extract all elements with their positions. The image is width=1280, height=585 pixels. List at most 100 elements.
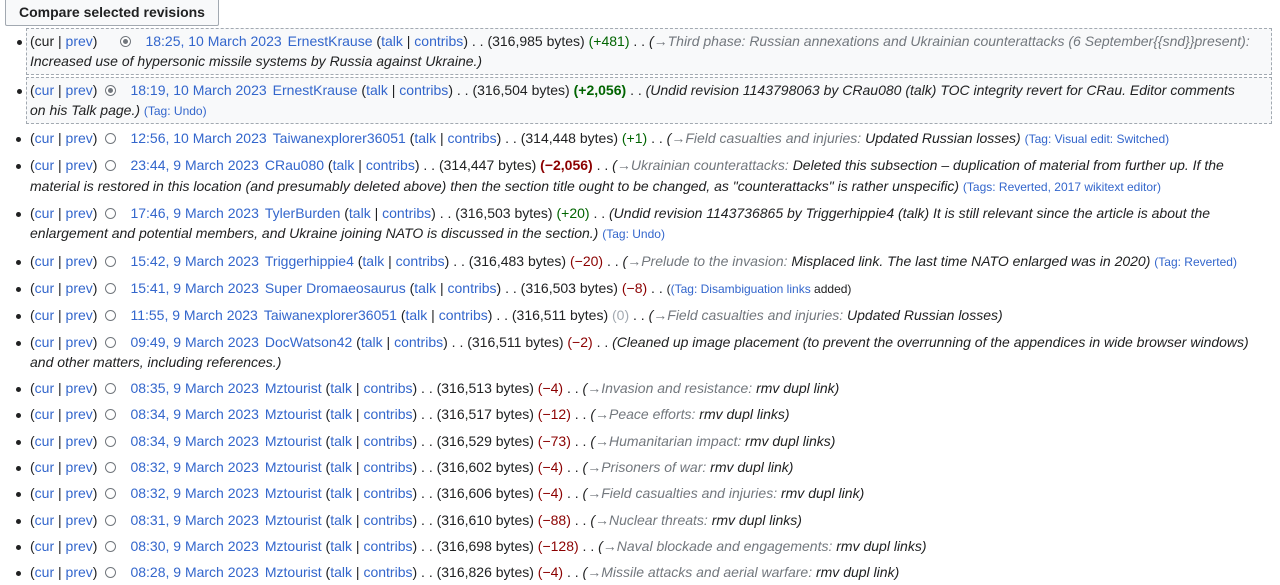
revision-date-link[interactable]: 08:34, 9 March 2023 <box>130 406 258 422</box>
prev-link[interactable]: prev <box>66 157 93 173</box>
compare-from-radio[interactable] <box>105 409 117 421</box>
section-link[interactable]: →Peace efforts: <box>595 406 695 422</box>
tags-label[interactable]: (Tag: <box>1025 132 1052 146</box>
user-talk-link[interactable]: talk <box>406 307 428 323</box>
tags-label[interactable]: (Tags: Reverted, <box>963 180 1051 194</box>
user-talk-link[interactable]: talk <box>330 380 352 396</box>
prev-link[interactable]: prev <box>66 334 93 350</box>
section-link[interactable]: →Invasion and resistance: <box>587 380 752 396</box>
user-talk-link[interactable]: talk <box>414 280 436 296</box>
revision-date-link[interactable]: 12:56, 10 March 2023 <box>130 130 266 146</box>
cur-link[interactable]: cur <box>35 380 54 396</box>
cur-link[interactable]: cur <box>35 334 54 350</box>
compare-to-radio[interactable] <box>120 36 132 47</box>
user-contribs-link[interactable]: contribs <box>439 307 488 323</box>
user-talk-link[interactable]: talk <box>330 459 352 475</box>
revision-date-link[interactable]: 08:35, 9 March 2023 <box>130 380 258 396</box>
section-link[interactable]: →Field casualties and injuries: <box>587 485 777 501</box>
section-link[interactable]: →Third phase: Russian annexations and Uk… <box>654 33 1250 49</box>
tag-link[interactable]: 2017 wikitext editor) <box>1054 180 1161 194</box>
tags-label[interactable]: (Tag: <box>144 104 171 118</box>
user-link[interactable]: Mztourist <box>265 459 322 475</box>
revision-date-link[interactable]: 08:34, 9 March 2023 <box>130 433 258 449</box>
revision-date-link[interactable]: 23:44, 9 March 2023 <box>130 157 258 173</box>
section-link[interactable]: →Prelude to the invasion: <box>627 253 787 269</box>
user-talk-link[interactable]: talk <box>330 564 352 580</box>
section-link[interactable]: →Field casualties and injuries: <box>671 130 861 146</box>
prev-link[interactable]: prev <box>66 538 93 554</box>
cur-link[interactable]: cur <box>35 406 54 422</box>
cur-link[interactable]: cur <box>35 130 54 146</box>
cur-link[interactable]: cur <box>35 433 54 449</box>
cur-link[interactable]: cur <box>35 82 54 98</box>
revision-date-link[interactable]: 08:32, 9 March 2023 <box>130 459 258 475</box>
revision-date-link[interactable]: 08:32, 9 March 2023 <box>130 485 258 501</box>
compare-revisions-button[interactable]: Compare selected revisions <box>5 0 219 26</box>
user-talk-link[interactable]: talk <box>381 33 403 49</box>
user-link[interactable]: Mztourist <box>265 380 322 396</box>
compare-from-radio[interactable] <box>105 133 117 145</box>
tags-label[interactable]: (Tag: Reverted) <box>1154 255 1237 269</box>
cur-link[interactable]: cur <box>35 459 54 475</box>
user-contribs-link[interactable]: contribs <box>363 380 412 396</box>
compare-from-radio[interactable] <box>105 383 117 395</box>
user-link[interactable]: Super Dromaeosaurus <box>265 280 406 296</box>
compare-from-radio[interactable] <box>105 310 117 322</box>
compare-from-radio[interactable] <box>105 435 117 447</box>
prev-link[interactable]: prev <box>66 307 93 323</box>
cur-link[interactable]: cur <box>35 253 54 269</box>
tag-link[interactable]: Disambiguation links <box>701 282 811 296</box>
tag-link[interactable]: Undo) <box>632 227 665 241</box>
user-link[interactable]: Taiwanexplorer36051 <box>273 130 406 146</box>
user-talk-link[interactable]: talk <box>333 157 355 173</box>
prev-link[interactable]: prev <box>66 380 93 396</box>
user-link[interactable]: CRau080 <box>265 157 324 173</box>
prev-link[interactable]: prev <box>66 253 93 269</box>
compare-from-radio[interactable] <box>105 84 117 96</box>
user-link[interactable]: ErnestKrause <box>288 33 373 49</box>
cur-link[interactable]: cur <box>35 538 54 554</box>
user-contribs-link[interactable]: contribs <box>399 82 448 98</box>
compare-from-radio[interactable] <box>105 567 117 579</box>
cur-link[interactable]: cur <box>35 205 54 221</box>
section-link[interactable]: →Missile attacks and aerial warfare: <box>587 564 812 580</box>
tags-label[interactable]: (Tag: <box>602 227 629 241</box>
user-talk-link[interactable]: talk <box>361 334 383 350</box>
revision-date-link[interactable]: 08:28, 9 March 2023 <box>130 564 258 580</box>
revision-date-link[interactable]: 18:19, 10 March 2023 <box>130 82 266 98</box>
user-contribs-link[interactable]: contribs <box>382 205 431 221</box>
user-talk-link[interactable]: talk <box>330 512 352 528</box>
revision-date-link[interactable]: 18:25, 10 March 2023 <box>145 33 281 49</box>
user-link[interactable]: Mztourist <box>265 512 322 528</box>
user-link[interactable]: DocWatson42 <box>265 334 352 350</box>
user-contribs-link[interactable]: contribs <box>363 512 412 528</box>
cur-link[interactable]: cur <box>35 564 54 580</box>
user-link[interactable]: Mztourist <box>265 406 322 422</box>
user-link[interactable]: Mztourist <box>265 564 322 580</box>
prev-link[interactable]: prev <box>66 459 93 475</box>
prev-link[interactable]: prev <box>66 130 93 146</box>
user-contribs-link[interactable]: contribs <box>396 253 445 269</box>
compare-from-radio[interactable] <box>105 336 117 348</box>
section-link[interactable]: →Nuclear threats: <box>595 512 708 528</box>
prev-link[interactable]: prev <box>66 82 93 98</box>
revision-date-link[interactable]: 08:31, 9 March 2023 <box>130 512 258 528</box>
user-link[interactable]: Taiwanexplorer36051 <box>264 307 397 323</box>
user-link[interactable]: Mztourist <box>265 485 322 501</box>
user-contribs-link[interactable]: contribs <box>363 459 412 475</box>
user-talk-link[interactable]: talk <box>362 253 384 269</box>
compare-from-radio[interactable] <box>105 160 117 172</box>
compare-from-radio[interactable] <box>105 255 117 267</box>
revision-date-link[interactable]: 17:46, 9 March 2023 <box>130 205 258 221</box>
prev-link[interactable]: prev <box>66 485 93 501</box>
compare-from-radio[interactable] <box>105 540 117 552</box>
cur-link[interactable]: cur <box>35 280 54 296</box>
section-link[interactable]: →Naval blockade and engagements: <box>603 538 833 554</box>
user-contribs-link[interactable]: contribs <box>448 130 497 146</box>
prev-link[interactable]: prev <box>66 205 93 221</box>
compare-from-radio[interactable] <box>105 462 117 474</box>
cur-link[interactable]: cur <box>35 157 54 173</box>
user-talk-link[interactable]: talk <box>330 406 352 422</box>
user-contribs-link[interactable]: contribs <box>448 280 497 296</box>
user-contribs-link[interactable]: contribs <box>363 564 412 580</box>
